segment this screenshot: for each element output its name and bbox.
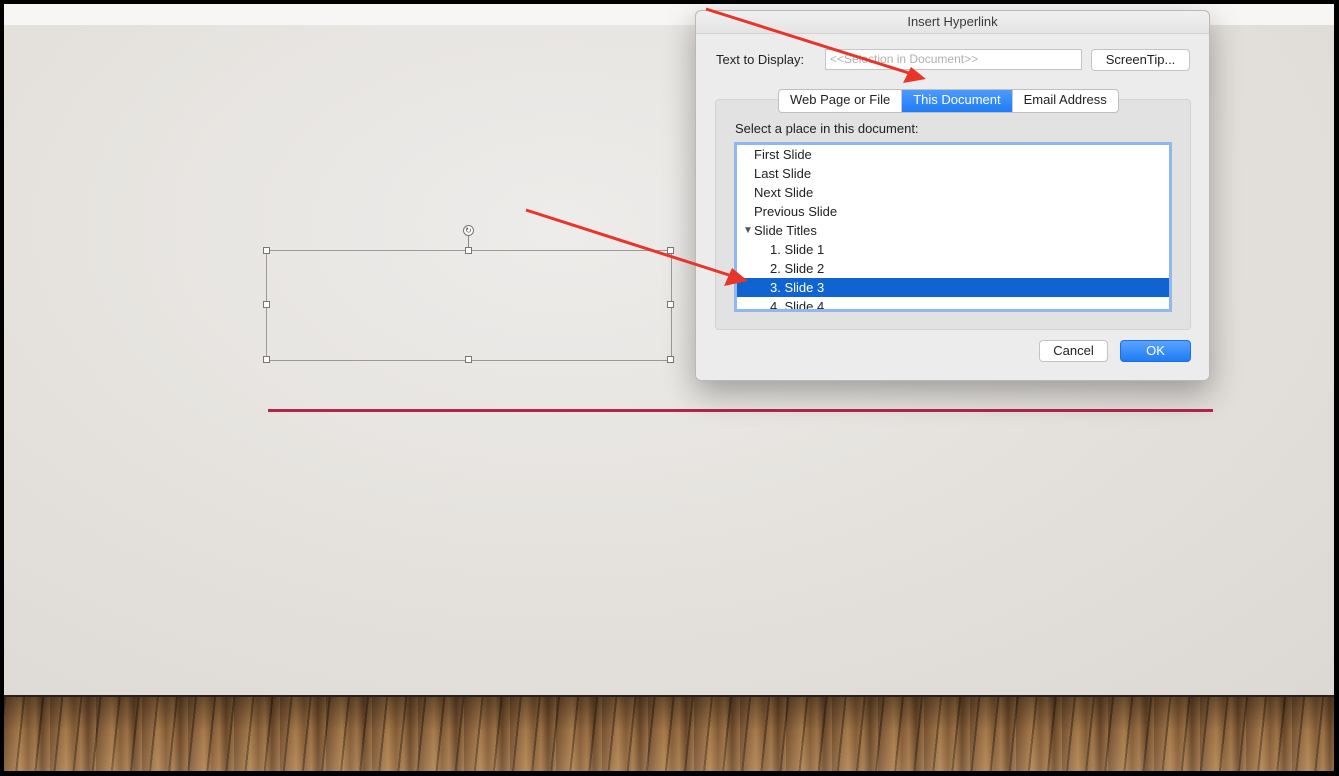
resize-handle-top-right[interactable] [667,247,674,254]
ok-button[interactable]: OK [1120,340,1191,362]
resize-handle-bottom[interactable] [465,356,472,363]
insert-hyperlink-dialog: Insert Hyperlink Text to Display: <<Sele… [695,10,1210,381]
slide-background-floor [4,695,1334,771]
tab-web-page-or-file[interactable]: Web Page or File [779,90,903,112]
resize-handle-bottom-right[interactable] [667,356,674,363]
tab-email-address[interactable]: Email Address [1013,90,1118,112]
resize-handle-top[interactable] [465,247,472,254]
slide-divider-line [268,409,1213,412]
disclosure-triangle-icon[interactable]: ▼ [743,221,753,240]
rotate-handle-icon[interactable]: ↻ [463,225,474,236]
link-type-tabs: Web Page or File This Document Email Add… [778,89,1119,113]
resize-handle-bottom-left[interactable] [263,356,270,363]
list-item-selected[interactable]: 3. Slide 3 [737,278,1169,297]
list-item-group[interactable]: ▼ Slide Titles [737,221,1169,240]
list-item[interactable]: Last Slide [737,164,1169,183]
text-to-display-label: Text to Display: [716,52,805,67]
list-item[interactable]: Previous Slide [737,202,1169,221]
selected-text-box[interactable] [266,250,672,361]
list-item[interactable]: 1. Slide 1 [737,240,1169,259]
text-to-display-field[interactable]: <<Selection in Document>> [825,49,1082,70]
list-item[interactable]: First Slide [737,145,1169,164]
list-item[interactable]: Next Slide [737,183,1169,202]
list-item-label: Slide Titles [754,223,817,238]
screentip-button[interactable]: ScreenTip... [1091,49,1190,71]
tab-this-document[interactable]: This Document [902,90,1013,112]
place-list[interactable]: First Slide Last Slide Next Slide Previo… [734,142,1172,312]
cancel-button[interactable]: Cancel [1039,340,1108,362]
resize-handle-right[interactable] [667,301,674,308]
list-item[interactable]: 4. Slide 4 [737,297,1169,309]
resize-handle-top-left[interactable] [263,247,270,254]
dialog-title: Insert Hyperlink [696,11,1209,34]
resize-handle-left[interactable] [263,301,270,308]
list-item[interactable]: 2. Slide 2 [737,259,1169,278]
place-in-document-label: Select a place in this document: [735,121,919,136]
